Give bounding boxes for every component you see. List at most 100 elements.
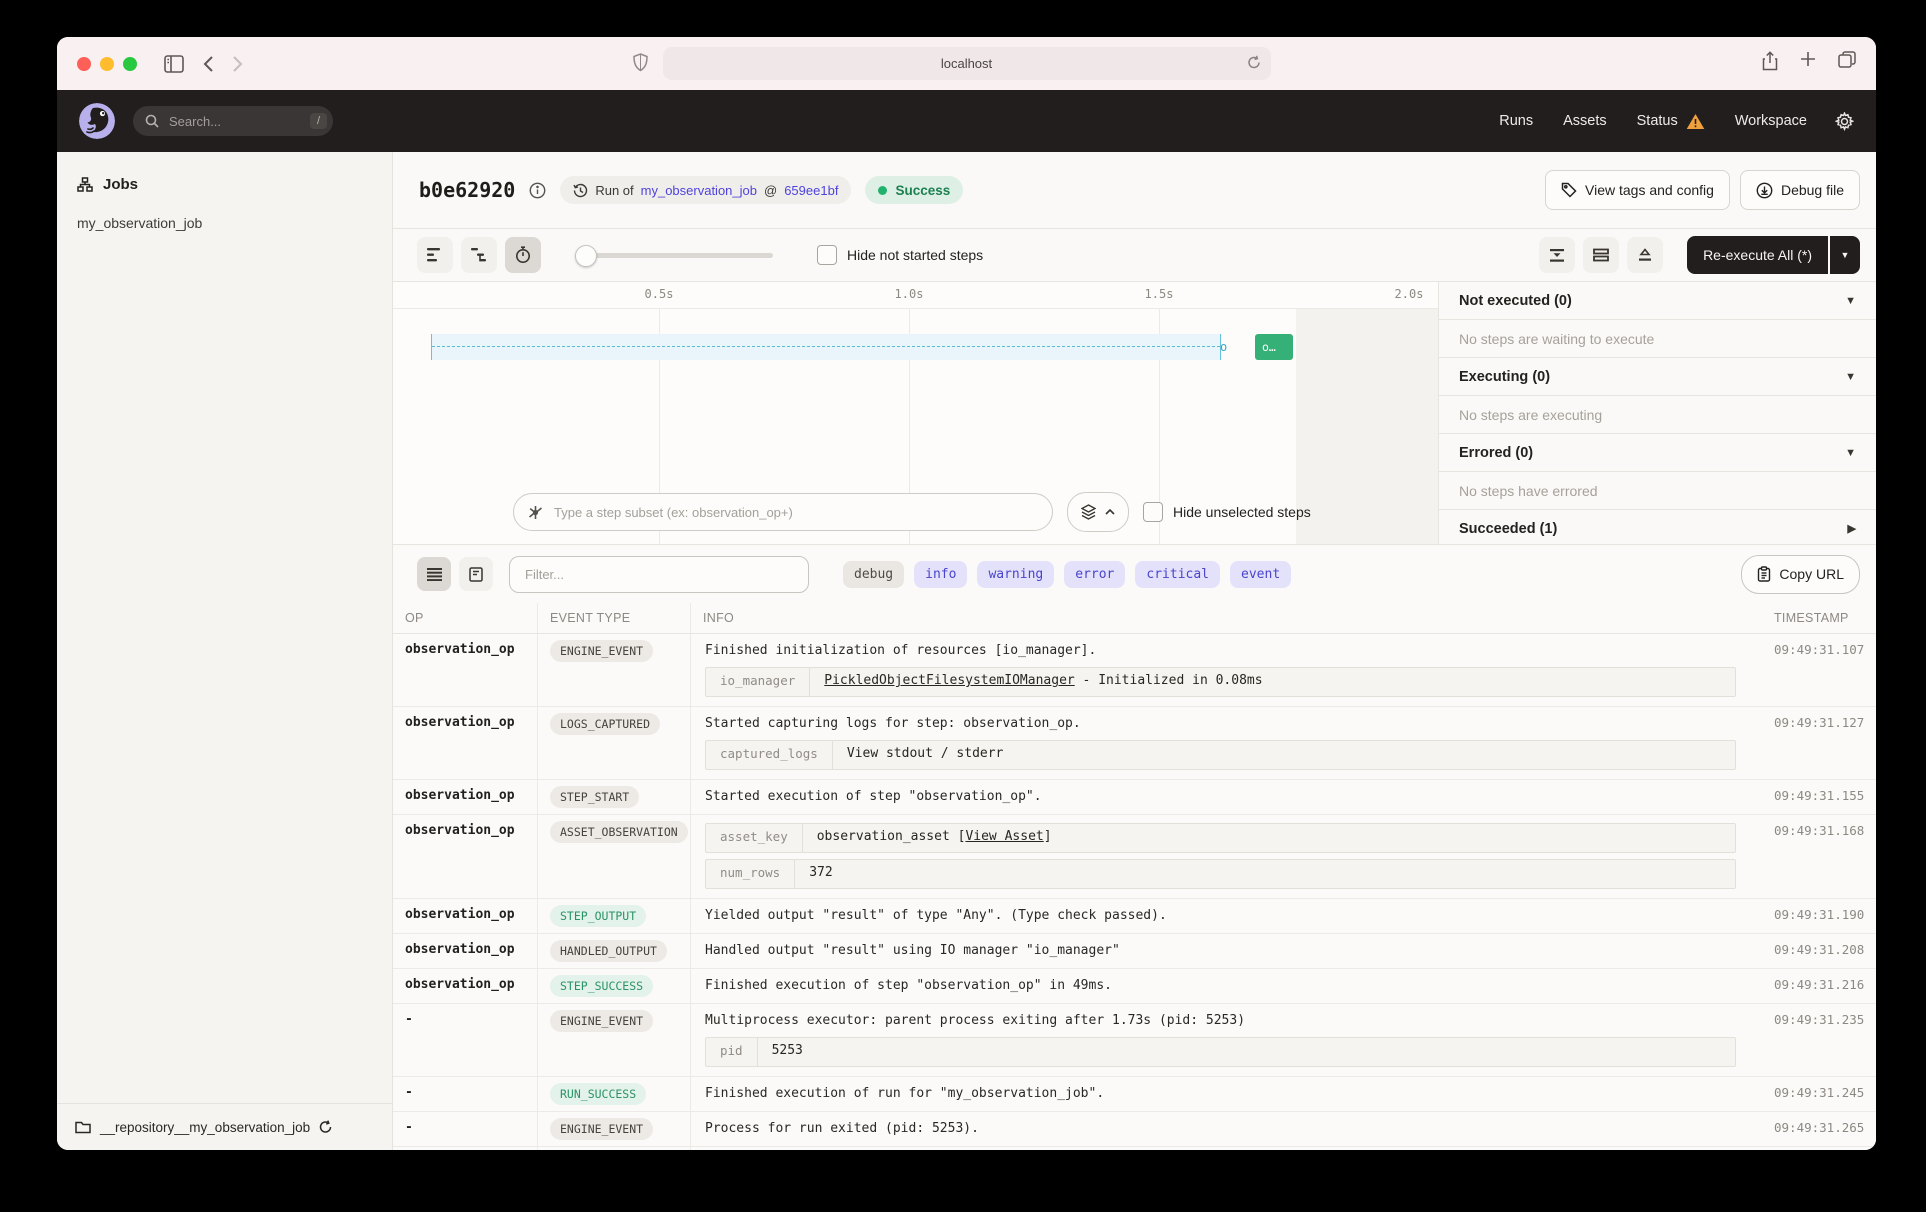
hide-unselected-checkbox[interactable]: [1143, 502, 1163, 522]
hide-not-started-label: Hide not started steps: [847, 247, 983, 263]
zoom-slider[interactable]: [575, 237, 773, 273]
sidebar-item-job[interactable]: my_observation_job: [57, 207, 392, 239]
jobs-sidebar: Jobs my_observation_job __repository__my…: [57, 152, 393, 1150]
axis-tick-label: 1.0s: [895, 287, 924, 301]
metadata-text: - Initialized in 0.08ms: [1075, 673, 1263, 688]
address-bar[interactable]: localhost: [663, 47, 1271, 80]
status-section-header[interactable]: Succeeded (1)▶: [1439, 510, 1876, 548]
log-row[interactable]: observation_opLOGS_CAPTUREDStarted captu…: [393, 707, 1876, 780]
info-icon[interactable]: [529, 182, 546, 199]
log-row[interactable]: observation_opSTEP_STARTStarted executio…: [393, 780, 1876, 815]
forward-button[interactable]: [232, 55, 244, 73]
code-version-link[interactable]: 659ee1bf: [784, 183, 838, 198]
metadata-entry: num_rows372: [705, 859, 1736, 889]
log-event-type-cell: LOGS_CAPTURED: [538, 707, 691, 779]
timed-view-icon[interactable]: [505, 237, 541, 273]
nav-item-status[interactable]: Status: [1637, 113, 1705, 130]
log-row[interactable]: observation_opHANDLED_OUTPUTHandled outp…: [393, 934, 1876, 969]
log-row[interactable]: observation_opSTEP_OUTPUTYielded output …: [393, 899, 1876, 934]
debug-file-button[interactable]: Debug file: [1740, 170, 1860, 210]
log-timestamp-cell: 09:49:31.168: [1762, 815, 1876, 898]
expand-up-icon[interactable]: [1627, 237, 1663, 273]
repository-name: __repository__my_observation_job: [100, 1120, 310, 1135]
reload-repository-icon[interactable]: [319, 1120, 332, 1134]
status-section-title: Errored (0): [1459, 445, 1533, 461]
log-row[interactable]: observation_opASSET_OBSERVATIONasset_key…: [393, 815, 1876, 899]
log-info-text: Multiprocess executor: parent process ex…: [705, 1011, 1748, 1031]
metadata-text: ]: [1044, 829, 1052, 844]
log-timestamp-cell: 09:49:31.208: [1762, 934, 1876, 968]
back-button[interactable]: [202, 55, 214, 73]
view-tags-config-button[interactable]: View tags and config: [1545, 170, 1730, 210]
log-level-chip-debug[interactable]: debug: [843, 561, 904, 588]
reexecute-dropdown-caret[interactable]: ▼: [1830, 236, 1860, 274]
share-icon[interactable]: [1762, 51, 1778, 71]
log-row[interactable]: observation_opENGINE_EVENTFinished initi…: [393, 634, 1876, 707]
flat-view-icon[interactable]: [417, 237, 453, 273]
log-filter-input[interactable]: [523, 566, 795, 583]
log-level-chip-warning[interactable]: warning: [977, 561, 1054, 588]
log-table: OP EVENT TYPE INFO TIMESTAMP observation…: [393, 603, 1876, 1150]
metadata-link[interactable]: PickledObjectFilesystemIOManager: [824, 673, 1074, 688]
copy-url-button[interactable]: Copy URL: [1741, 555, 1860, 594]
log-level-chip-event[interactable]: event: [1230, 561, 1291, 588]
log-level-chip-error[interactable]: error: [1064, 561, 1125, 588]
log-timestamp-cell: 09:49:31.190: [1762, 899, 1876, 933]
log-row[interactable]: observation_opSTEP_SUCCESSFinished execu…: [393, 969, 1876, 1004]
log-timestamp-cell: 09:49:31.265: [1762, 1112, 1876, 1146]
metadata-link[interactable]: View Asset: [965, 829, 1043, 844]
log-info-cell: Multiprocess executor: parent process ex…: [691, 1004, 1762, 1076]
close-window-button[interactable]: [77, 57, 91, 71]
global-search[interactable]: /: [133, 106, 333, 136]
reexecute-all-button[interactable]: Re-execute All (*): [1687, 236, 1828, 274]
step-subset-input[interactable]: [552, 504, 1038, 521]
apply-step-filter-button[interactable]: [1067, 492, 1129, 532]
metadata-entry: pid5253: [705, 1037, 1736, 1067]
new-tab-icon[interactable]: [1800, 51, 1816, 71]
status-section-header[interactable]: Errored (0) ▼: [1439, 434, 1876, 472]
caret-down-icon[interactable]: ▼: [1845, 371, 1856, 383]
minimize-window-button[interactable]: [100, 57, 114, 71]
log-row[interactable]: -ENGINE_EVENTProcess for run exited (pid…: [393, 1112, 1876, 1147]
gantt-step-bar[interactable]: o…: [1255, 334, 1293, 360]
job-link[interactable]: my_observation_job: [641, 183, 757, 198]
nav-item-label: Assets: [1563, 113, 1607, 129]
caret-right-icon[interactable]: ▶: [1848, 522, 1856, 535]
status-section-header[interactable]: Not executed (0)▼: [1439, 282, 1876, 320]
search-input[interactable]: [167, 113, 271, 130]
event-type-badge: ENGINE_EVENT: [550, 1118, 653, 1140]
settings-gear-icon[interactable]: [1835, 112, 1854, 131]
metadata-key: captured_logs: [706, 741, 833, 769]
zoom-window-button[interactable]: [123, 57, 137, 71]
download-debug-icon: [1756, 182, 1773, 199]
structured-view-toggle[interactable]: [459, 557, 493, 591]
gantt-waiting-band: [431, 334, 1221, 360]
list-view-toggle[interactable]: [417, 557, 451, 591]
nav-item-runs[interactable]: Runs: [1499, 113, 1533, 129]
slider-knob[interactable]: [575, 245, 597, 267]
tab-overview-icon[interactable]: [1838, 51, 1856, 71]
nav-item-assets[interactable]: Assets: [1563, 113, 1607, 129]
dagster-logo[interactable]: [79, 103, 115, 139]
gantt-marker: o: [1220, 334, 1227, 360]
status-section-header[interactable]: Executing (0)▼: [1439, 358, 1876, 396]
reload-icon[interactable]: [1247, 55, 1261, 70]
caret-down-icon[interactable]: ▼: [1845, 295, 1856, 307]
log-level-chip-info[interactable]: info: [914, 561, 967, 588]
at-symbol: @: [764, 183, 777, 198]
log-row[interactable]: -RUN_SUCCESSFinished execution of run fo…: [393, 1077, 1876, 1112]
sidebar-toggle-icon[interactable]: [164, 55, 184, 73]
log-op-cell: -: [393, 1112, 538, 1146]
log-level-chip-critical[interactable]: critical: [1135, 561, 1220, 588]
nav-item-workspace[interactable]: Workspace: [1735, 113, 1807, 129]
browser-window: localhost / Runs: [57, 37, 1876, 1150]
collapse-all-icon[interactable]: [1539, 237, 1575, 273]
waterfall-view-icon[interactable]: [461, 237, 497, 273]
hide-not-started-checkbox[interactable]: [817, 245, 837, 265]
log-info-cell: Finished initialization of resources [io…: [691, 634, 1762, 706]
rows-view-icon[interactable]: [1583, 237, 1619, 273]
log-op-cell: observation_op: [393, 899, 538, 933]
caret-down-icon[interactable]: ▼: [1845, 447, 1856, 459]
log-row[interactable]: -ENGINE_EVENTMultiprocess executor: pare…: [393, 1004, 1876, 1077]
clipboard-icon: [1757, 566, 1771, 582]
